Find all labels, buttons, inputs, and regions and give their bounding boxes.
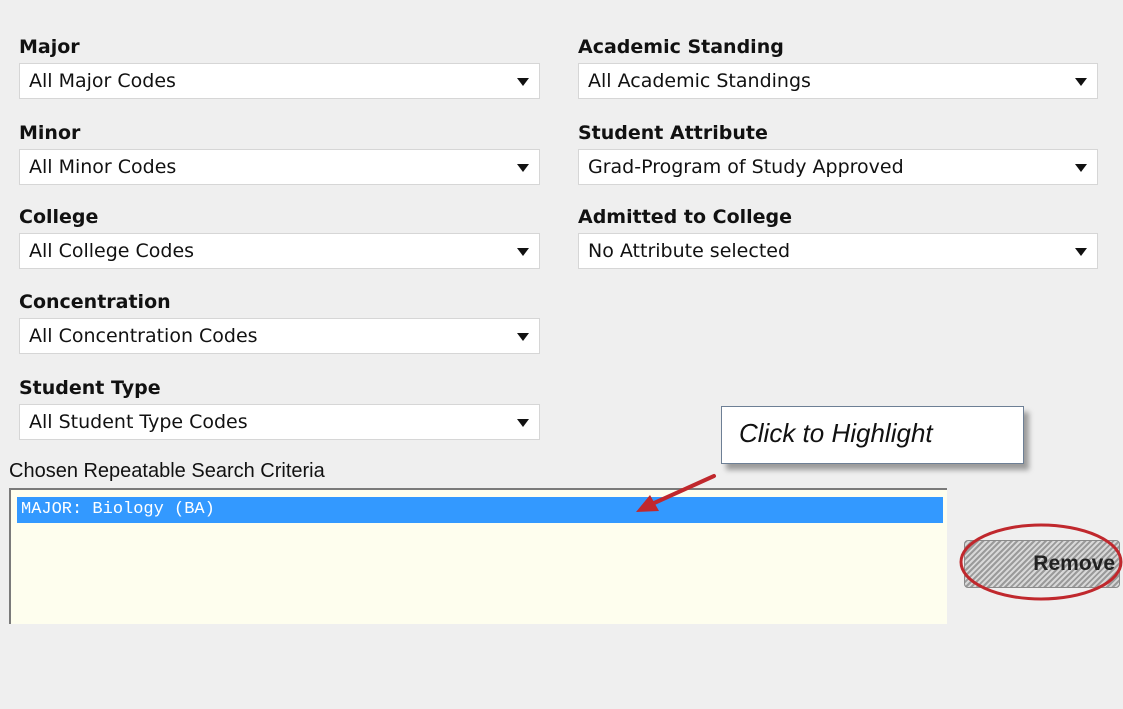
- student-attribute-label: Student Attribute: [578, 122, 768, 144]
- chosen-criteria-label: Chosen Repeatable Search Criteria: [9, 460, 325, 482]
- academic-standing-label: Academic Standing: [578, 36, 784, 58]
- chevron-down-icon: [1075, 248, 1087, 256]
- minor-select-value: All Minor Codes: [29, 156, 177, 178]
- chosen-criteria-listbox[interactable]: MAJOR: Biology (BA): [9, 488, 947, 624]
- chevron-down-icon: [517, 333, 529, 341]
- academic-standing-select[interactable]: All Academic Standings: [578, 63, 1098, 99]
- student-type-label: Student Type: [19, 377, 161, 399]
- remove-button-label: Remove: [1033, 552, 1115, 575]
- student-type-select[interactable]: All Student Type Codes: [19, 404, 540, 440]
- academic-standing-select-value: All Academic Standings: [588, 70, 811, 92]
- admitted-to-college-label: Admitted to College: [578, 206, 793, 228]
- chevron-down-icon: [1075, 78, 1087, 86]
- admitted-to-college-select-value: No Attribute selected: [588, 240, 791, 262]
- chevron-down-icon: [1075, 164, 1087, 172]
- major-label: Major: [19, 36, 80, 58]
- callout-text: Click to Highlight: [739, 418, 933, 448]
- minor-select[interactable]: All Minor Codes: [19, 149, 540, 185]
- college-label: College: [19, 206, 99, 228]
- minor-label: Minor: [19, 122, 81, 144]
- list-item[interactable]: MAJOR: Biology (BA): [17, 497, 943, 523]
- chevron-down-icon: [517, 164, 529, 172]
- concentration-select[interactable]: All Concentration Codes: [19, 318, 540, 354]
- student-attribute-select[interactable]: Grad-Program of Study Approved: [578, 149, 1098, 185]
- college-select-value: All College Codes: [29, 240, 195, 262]
- college-select[interactable]: All College Codes: [19, 233, 540, 269]
- concentration-label: Concentration: [19, 291, 171, 313]
- admitted-to-college-select[interactable]: No Attribute selected: [578, 233, 1098, 269]
- major-select-value: All Major Codes: [29, 70, 176, 92]
- concentration-select-value: All Concentration Codes: [29, 325, 258, 347]
- callout-box: Click to Highlight: [721, 406, 1024, 464]
- student-attribute-select-value: Grad-Program of Study Approved: [588, 156, 904, 178]
- chevron-down-icon: [517, 419, 529, 427]
- major-select[interactable]: All Major Codes: [19, 63, 540, 99]
- chevron-down-icon: [517, 78, 529, 86]
- remove-button[interactable]: Remove: [964, 540, 1120, 588]
- chevron-down-icon: [517, 248, 529, 256]
- student-type-select-value: All Student Type Codes: [29, 411, 248, 433]
